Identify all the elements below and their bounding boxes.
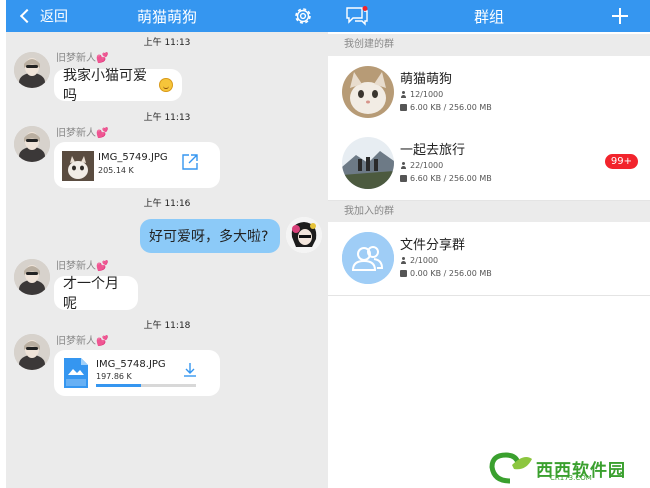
gear-icon[interactable] [292, 5, 314, 27]
storage-icon [400, 104, 407, 111]
member-count: 2/1000 [410, 256, 439, 265]
message-text: 我家小猫可爱吗 [63, 68, 147, 104]
chat-header: 返回 萌猫萌狗 [6, 0, 328, 32]
storage-usage: 6.00 KB / 256.00 MB [410, 103, 492, 112]
plus-icon[interactable] [612, 8, 628, 24]
people-icon [342, 232, 394, 284]
download-progress-fill [96, 384, 141, 387]
jpg-file-icon [64, 358, 88, 392]
group-avatar [342, 232, 394, 284]
message-text: 才一个月呢 [63, 276, 119, 312]
chat-bubbles-icon[interactable] [346, 6, 368, 26]
message-time: 上午 11:13 [143, 113, 191, 123]
person-icon [400, 257, 407, 264]
storage-icon [400, 270, 407, 277]
smile-emoji-icon [159, 78, 173, 92]
group-storage: 6.00 KB / 256.00 MB [400, 103, 492, 112]
person-icon [400, 91, 407, 98]
sender-name-text: 旧梦新人 [56, 128, 96, 139]
message-text: 好可爱呀，多大啦? [149, 229, 269, 245]
file-message-card[interactable]: IMG_5749.JPG 205.14 K [54, 142, 220, 188]
my-message-bubble[interactable]: 好可爱呀，多大啦? [140, 219, 280, 253]
heart-icon: 💕 [96, 261, 109, 272]
open-external-icon[interactable] [181, 153, 199, 175]
heart-icon: 💕 [96, 53, 109, 64]
file-size: 197.86 K [96, 372, 132, 381]
storage-usage: 6.60 KB / 256.00 MB [410, 174, 492, 183]
download-icon[interactable] [181, 361, 199, 383]
group-storage: 6.60 KB / 256.00 MB [400, 174, 492, 183]
sender-name: 旧梦新人💕 [56, 257, 108, 272]
unread-badge: 99+ [604, 154, 638, 169]
sender-name: 旧梦新人💕 [56, 49, 108, 64]
sender-name-text: 旧梦新人 [56, 336, 96, 347]
group-avatar [342, 137, 394, 189]
message-time: 上午 11:18 [143, 321, 191, 331]
avatar[interactable] [14, 259, 50, 295]
group-name: 萌猫萌狗 [400, 72, 453, 87]
group-row[interactable]: 文件分享群 2/1000 0.00 KB / 256.00 MB [328, 222, 650, 296]
group-members: 2/1000 [400, 256, 438, 265]
site-watermark: 西西软件园 CR173.COM [488, 450, 648, 486]
section-created: 我创建的群 [328, 34, 650, 56]
my-avatar[interactable] [286, 217, 322, 253]
image-thumbnail[interactable] [62, 151, 94, 181]
file-size: 205.14 K [98, 166, 134, 175]
group-name: 文件分享群 [400, 238, 466, 253]
sender-name-text: 旧梦新人 [56, 261, 96, 272]
avatar[interactable] [14, 334, 50, 370]
storage-usage: 0.00 KB / 256.00 MB [410, 269, 492, 278]
group-storage: 0.00 KB / 256.00 MB [400, 269, 492, 278]
chat-panel: 返回 萌猫萌狗 上午 11:13 旧梦新人💕 我家小猫可爱吗 上午 11:13 … [6, 0, 328, 488]
group-avatar [342, 66, 394, 118]
group-members: 22/1000 [400, 161, 443, 170]
message-time: 上午 11:16 [143, 199, 191, 209]
leaf-logo-icon [488, 451, 534, 485]
sender-name: 旧梦新人💕 [56, 332, 108, 347]
person-icon [400, 162, 407, 169]
group-members: 12/1000 [400, 90, 443, 99]
chevron-left-icon [19, 8, 35, 24]
groups-panel: 群组 我创建的群 萌猫萌狗 12/1000 6.00 KB / 256.00 M… [328, 0, 650, 488]
storage-icon [400, 175, 407, 182]
group-row[interactable]: 一起去旅行 22/1000 6.60 KB / 256.00 MB 99+ [328, 127, 650, 201]
avatar[interactable] [14, 52, 50, 88]
member-count: 12/1000 [410, 90, 444, 99]
heart-icon: 💕 [96, 336, 109, 347]
file-message-card[interactable]: IMG_5748.JPG 197.86 K [54, 350, 220, 396]
message-bubble[interactable]: 才一个月呢 [54, 276, 138, 312]
back-button[interactable]: 返回 [19, 6, 68, 26]
group-name: 一起去旅行 [400, 143, 466, 158]
file-name: IMG_5749.JPG [98, 152, 168, 163]
sender-name: 旧梦新人💕 [56, 124, 108, 139]
sender-name-text: 旧梦新人 [56, 53, 96, 64]
groups-header: 群组 [328, 0, 650, 32]
member-count: 22/1000 [410, 161, 444, 170]
avatar[interactable] [14, 126, 50, 162]
download-progress-bar [96, 384, 196, 387]
group-row[interactable]: 萌猫萌狗 12/1000 6.00 KB / 256.00 MB [328, 56, 650, 130]
heart-icon: 💕 [96, 128, 109, 139]
groups-title: 群组 [473, 8, 504, 26]
back-label: 返回 [40, 9, 68, 25]
message-bubble[interactable]: 我家小猫可爱吗 [54, 68, 182, 104]
file-name: IMG_5748.JPG [96, 359, 166, 370]
message-time: 上午 11:13 [143, 38, 191, 48]
watermark-sub: CR173.COM [550, 474, 592, 482]
section-joined: 我加入的群 [328, 201, 650, 223]
